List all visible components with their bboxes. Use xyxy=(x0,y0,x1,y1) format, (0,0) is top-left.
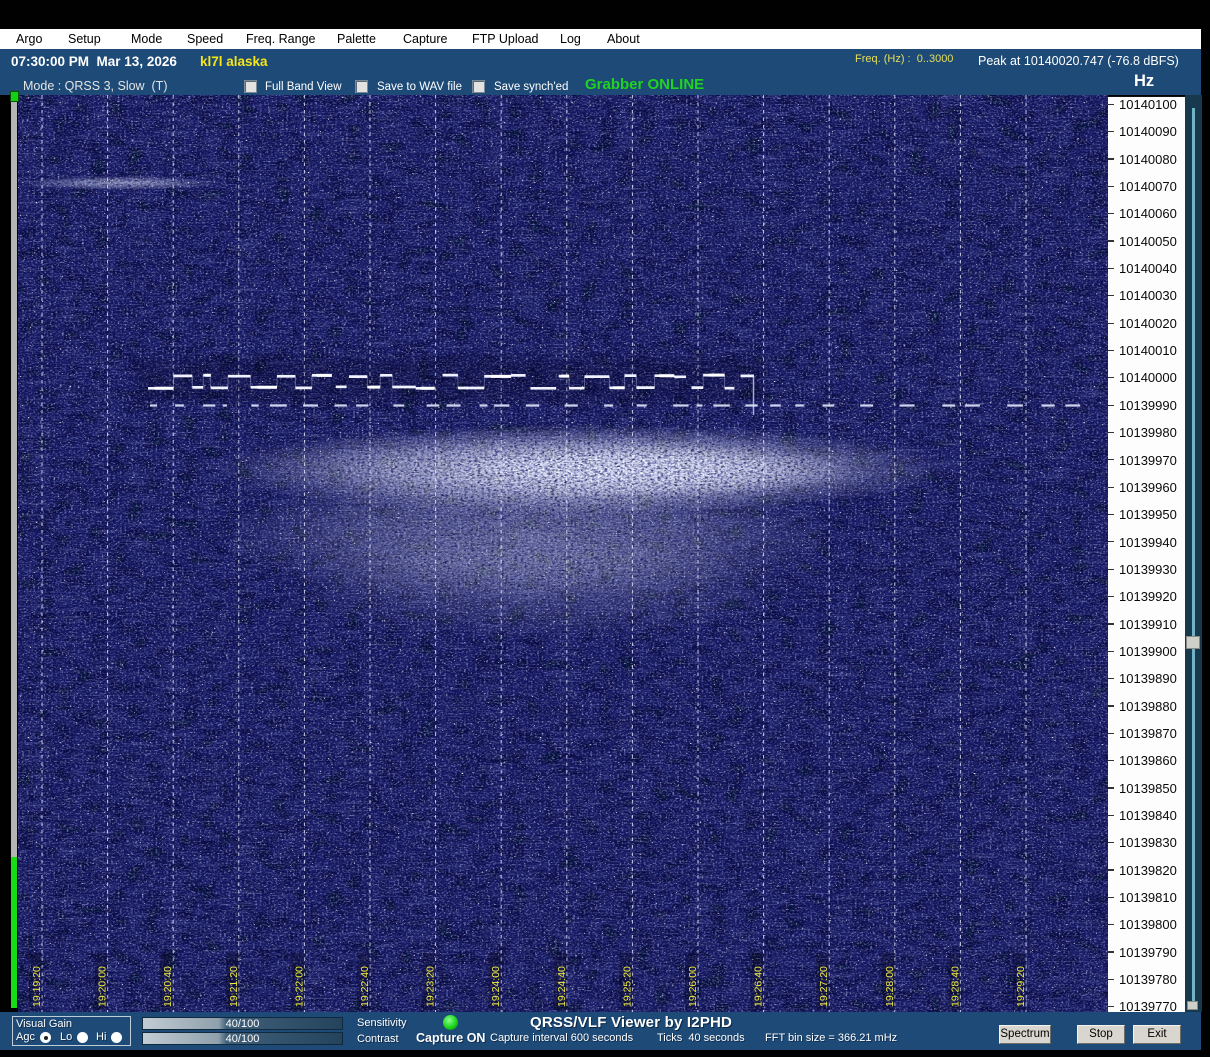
svg-text:19:25:20: 19:25:20 xyxy=(621,966,633,1007)
svg-text:19:19:20: 19:19:20 xyxy=(31,966,43,1007)
svg-text:19:26:40: 19:26:40 xyxy=(753,966,765,1007)
svg-text:19:20:40: 19:20:40 xyxy=(162,966,174,1007)
svg-text:19:27:20: 19:27:20 xyxy=(818,966,830,1007)
svg-text:19:22:40: 19:22:40 xyxy=(359,966,371,1007)
svg-text:19:29:20: 19:29:20 xyxy=(1015,966,1027,1007)
svg-text:19:24:00: 19:24:00 xyxy=(490,966,502,1007)
svg-text:19:26:00: 19:26:00 xyxy=(687,966,699,1007)
svg-text:19:21:20: 19:21:20 xyxy=(228,966,240,1007)
svg-text:19:20:00: 19:20:00 xyxy=(97,966,109,1007)
svg-text:19:22:00: 19:22:00 xyxy=(293,966,305,1007)
svg-text:19:23:20: 19:23:20 xyxy=(425,966,437,1007)
svg-text:19:28:40: 19:28:40 xyxy=(949,966,961,1007)
svg-text:19:24:40: 19:24:40 xyxy=(556,966,568,1007)
svg-text:19:28:00: 19:28:00 xyxy=(884,966,896,1007)
